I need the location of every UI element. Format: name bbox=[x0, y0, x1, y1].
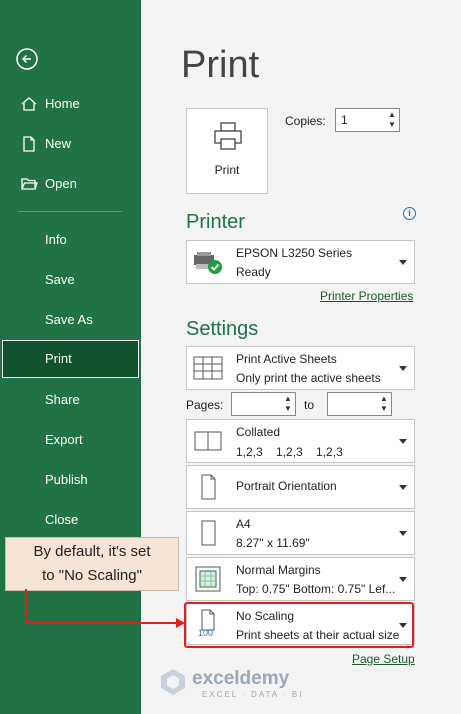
pages-from-input[interactable]: ▲ ▼ bbox=[231, 392, 296, 416]
copies-stepper[interactable]: 1 ▲ ▼ bbox=[335, 108, 400, 132]
backstage-sidebar: Home New Open Info Save Save As Print Sh… bbox=[0, 0, 141, 714]
home-icon bbox=[21, 97, 37, 111]
spin-arrows-icon[interactable]: ▲ ▼ bbox=[283, 394, 293, 414]
sidebar-item-label: Save As bbox=[45, 312, 93, 327]
sidebar-item-export[interactable]: Export bbox=[0, 422, 141, 458]
logo-tagline: EXCEL · DATA · BI bbox=[202, 690, 304, 699]
printer-dropdown[interactable]: EPSON L3250 Series Ready bbox=[186, 240, 415, 284]
chevron-down-icon bbox=[399, 577, 407, 582]
sidebar-item-print[interactable]: Print bbox=[2, 340, 139, 378]
margins-icon bbox=[195, 566, 221, 592]
sidebar-item-label: Save bbox=[45, 272, 75, 287]
sidebar-divider bbox=[18, 211, 122, 212]
printer-properties-link[interactable]: Printer Properties bbox=[320, 289, 413, 303]
callout-connector-vertical bbox=[25, 589, 27, 624]
callout-line-2: to "No Scaling" bbox=[42, 567, 142, 584]
printer-section-title: Printer bbox=[186, 211, 245, 233]
paper-size-desc: 8.27" x 11.69" bbox=[236, 536, 310, 550]
collated-icon bbox=[194, 431, 222, 451]
margins-title: Normal Margins bbox=[236, 563, 321, 577]
copies-label: Copies: bbox=[285, 114, 326, 128]
paper-size-dropdown[interactable]: A4 8.27" x 11.69" bbox=[186, 511, 415, 555]
sidebar-item-save-as[interactable]: Save As bbox=[0, 302, 141, 338]
open-folder-icon bbox=[21, 178, 38, 190]
sidebar-item-label: Publish bbox=[45, 472, 88, 487]
paper-size-title: A4 bbox=[236, 517, 251, 531]
sidebar-item-label: Open bbox=[45, 176, 77, 191]
page-setup-link[interactable]: Page Setup bbox=[352, 652, 415, 666]
sidebar-item-label: Print bbox=[45, 351, 72, 366]
orientation-dropdown[interactable]: Portrait Orientation bbox=[186, 465, 415, 509]
exceldemy-logo: exceldemy EXCEL · DATA · BI bbox=[158, 665, 328, 705]
print-button-label: Print bbox=[214, 163, 240, 177]
copies-value: 1 bbox=[341, 113, 348, 127]
chevron-down-icon bbox=[399, 439, 407, 444]
chevron-down-icon bbox=[399, 485, 407, 490]
print-button[interactable]: Print bbox=[186, 108, 268, 194]
page-title: Print bbox=[181, 44, 260, 86]
sidebar-item-new[interactable]: New bbox=[0, 126, 141, 162]
sidebar-item-label: Export bbox=[45, 432, 83, 447]
info-icon[interactable]: i bbox=[403, 207, 416, 220]
collation-desc: 1,2,3 1,2,3 1,2,3 bbox=[236, 445, 343, 459]
sidebar-item-save[interactable]: Save bbox=[0, 262, 141, 298]
scaling-highlight-box bbox=[184, 602, 414, 648]
print-what-title: Print Active Sheets bbox=[236, 352, 337, 366]
spin-arrows-icon[interactable]: ▲ ▼ bbox=[387, 110, 397, 130]
sidebar-item-close[interactable]: Close bbox=[0, 502, 141, 538]
margins-desc: Top: 0.75" Bottom: 0.75" Lef... bbox=[236, 582, 396, 596]
new-file-icon bbox=[23, 136, 35, 152]
sidebar-item-info[interactable]: Info bbox=[0, 222, 141, 258]
sheet-grid-icon bbox=[193, 356, 223, 380]
chevron-down-icon bbox=[399, 260, 407, 265]
sidebar-item-open[interactable]: Open bbox=[0, 166, 141, 202]
sidebar-item-home[interactable]: Home bbox=[0, 86, 141, 122]
logo-name: exceldemy bbox=[192, 668, 290, 689]
printer-ready-icon bbox=[194, 252, 222, 274]
paper-size-icon bbox=[201, 520, 216, 546]
portrait-page-icon bbox=[201, 474, 216, 500]
printer-name: EPSON L3250 Series bbox=[236, 246, 353, 260]
margins-dropdown[interactable]: Normal Margins Top: 0.75" Bottom: 0.75" … bbox=[186, 557, 415, 601]
chevron-down-icon bbox=[399, 531, 407, 536]
annotation-callout: By default, it's set to "No Scaling" bbox=[5, 537, 179, 591]
print-what-dropdown[interactable]: Print Active Sheets Only print the activ… bbox=[186, 346, 415, 390]
printer-icon bbox=[214, 122, 242, 150]
pages-label: Pages: bbox=[186, 398, 224, 412]
orientation-title: Portrait Orientation bbox=[236, 479, 337, 493]
sidebar-item-label: Share bbox=[45, 392, 80, 407]
sidebar-item-publish[interactable]: Publish bbox=[0, 462, 141, 498]
to-label: to bbox=[304, 398, 315, 412]
chevron-down-icon bbox=[399, 366, 407, 371]
back-arrow-icon[interactable] bbox=[16, 48, 38, 70]
logo-mark-icon bbox=[161, 669, 185, 695]
pages-to-input[interactable]: ▲ ▼ bbox=[327, 392, 392, 416]
callout-line-1: By default, it's set bbox=[33, 543, 151, 560]
callout-connector-horizontal bbox=[25, 622, 177, 624]
settings-section-title: Settings bbox=[186, 318, 259, 340]
sidebar-item-label: Info bbox=[45, 232, 67, 247]
sidebar-item-label: Close bbox=[45, 512, 79, 527]
print-what-desc: Only print the active sheets bbox=[236, 371, 381, 385]
sidebar-item-label: New bbox=[45, 136, 72, 151]
collation-dropdown[interactable]: Collated 1,2,3 1,2,3 1,2,3 bbox=[186, 419, 415, 463]
sidebar-item-share[interactable]: Share bbox=[0, 382, 141, 418]
spin-arrows-icon[interactable]: ▲ ▼ bbox=[379, 394, 389, 414]
printer-status: Ready bbox=[236, 265, 271, 279]
collation-title: Collated bbox=[236, 425, 281, 439]
sidebar-item-label: Home bbox=[45, 96, 80, 111]
